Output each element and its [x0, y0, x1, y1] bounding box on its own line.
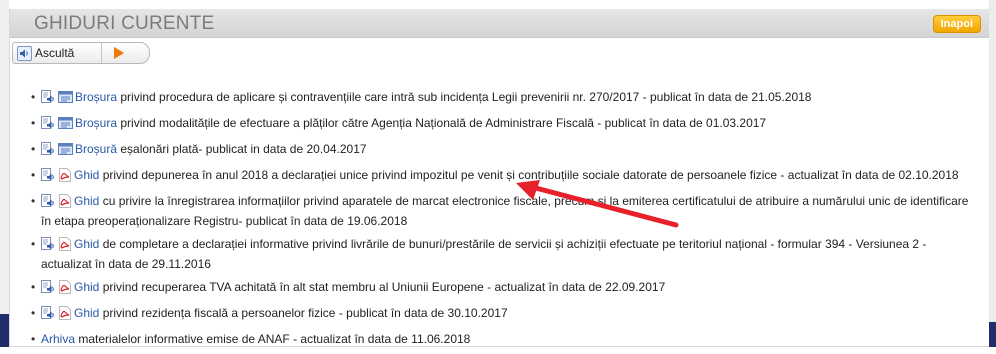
listen-button[interactable]: Ascultă [13, 43, 102, 63]
speaker-icon[interactable] [41, 168, 56, 187]
document-item: Ghid privind recuperarea TVA achitată în… [28, 279, 978, 299]
speaker-icon [17, 46, 32, 61]
document-item: Ghid privind rezidența fiscală a persoan… [28, 305, 978, 325]
speaker-icon[interactable] [41, 116, 56, 135]
right-margin [989, 0, 996, 347]
document-link[interactable]: Broșura [75, 90, 117, 104]
document-description: de completare a declarației informative … [41, 237, 927, 271]
speaker-icon[interactable] [41, 90, 56, 109]
html-icon[interactable] [58, 90, 73, 109]
document-item: Broșura privind procedura de aplicare și… [28, 89, 978, 109]
document-link[interactable]: Broșura [75, 116, 117, 130]
document-description: privind procedura de aplicare și contrav… [117, 90, 812, 104]
document-link[interactable]: Ghid [74, 168, 99, 182]
document-description: privind modalitățile de efectuare a plăț… [117, 116, 767, 130]
panel-header: GHIDURI CURENTE Inapoi [10, 9, 989, 38]
annotation-arrow [516, 180, 679, 228]
pdf-icon[interactable] [58, 194, 72, 213]
document-link[interactable]: Arhiva [41, 332, 75, 346]
left-margin [0, 0, 9, 347]
right-margin-footer [989, 322, 996, 347]
document-item: Broșura privind modalitățile de efectuar… [28, 115, 978, 135]
speaker-icon[interactable] [41, 194, 56, 213]
speaker-icon[interactable] [41, 237, 56, 256]
guides-panel: GHIDURI CURENTE Inapoi Ascultă Broșura p… [9, 9, 989, 348]
html-icon[interactable] [58, 142, 73, 161]
speaker-icon[interactable] [41, 280, 56, 299]
back-button[interactable]: Inapoi [932, 15, 981, 33]
document-link[interactable]: Ghid [74, 280, 99, 294]
listen-label: Ascultă [35, 46, 75, 60]
document-link[interactable]: Ghid [74, 194, 99, 208]
document-description: cu privire la înregistrarea informațiilo… [41, 194, 969, 228]
document-link[interactable]: Ghid [74, 306, 99, 320]
pdf-icon[interactable] [58, 306, 72, 325]
pdf-icon[interactable] [58, 280, 72, 299]
document-item: Arhiva materialelor informative emise de… [28, 331, 978, 348]
document-description: privind rezidența fiscală a persoanelor … [99, 306, 508, 320]
document-item: Ghid cu privire la înregistrarea informa… [28, 193, 978, 230]
play-icon[interactable] [109, 46, 129, 60]
document-description: eșalonări plată- publicat in data de 20.… [117, 142, 367, 156]
document-item: Broșură eșalonări plată- publicat in dat… [28, 141, 978, 161]
listen-toolbar: Ascultă [12, 42, 150, 64]
document-link[interactable]: Ghid [74, 237, 99, 251]
document-item: Ghid de completare a declarației informa… [28, 236, 978, 273]
document-description: materialelor informative emise de ANAF -… [75, 332, 471, 346]
html-icon[interactable] [58, 116, 73, 135]
document-description: privind recuperarea TVA achitată în alt … [99, 280, 666, 294]
document-link[interactable]: Broșură [75, 142, 117, 156]
documents-list: Broșura privind procedura de aplicare și… [28, 89, 978, 354]
speaker-icon[interactable] [41, 306, 56, 325]
document-item: Ghid privind depunerea în anul 2018 a de… [28, 167, 978, 187]
pdf-icon[interactable] [58, 237, 72, 256]
pdf-icon[interactable] [58, 168, 72, 187]
speaker-icon[interactable] [41, 142, 56, 161]
page-title: GHIDURI CURENTE [34, 13, 215, 34]
left-margin-footer [0, 314, 9, 347]
